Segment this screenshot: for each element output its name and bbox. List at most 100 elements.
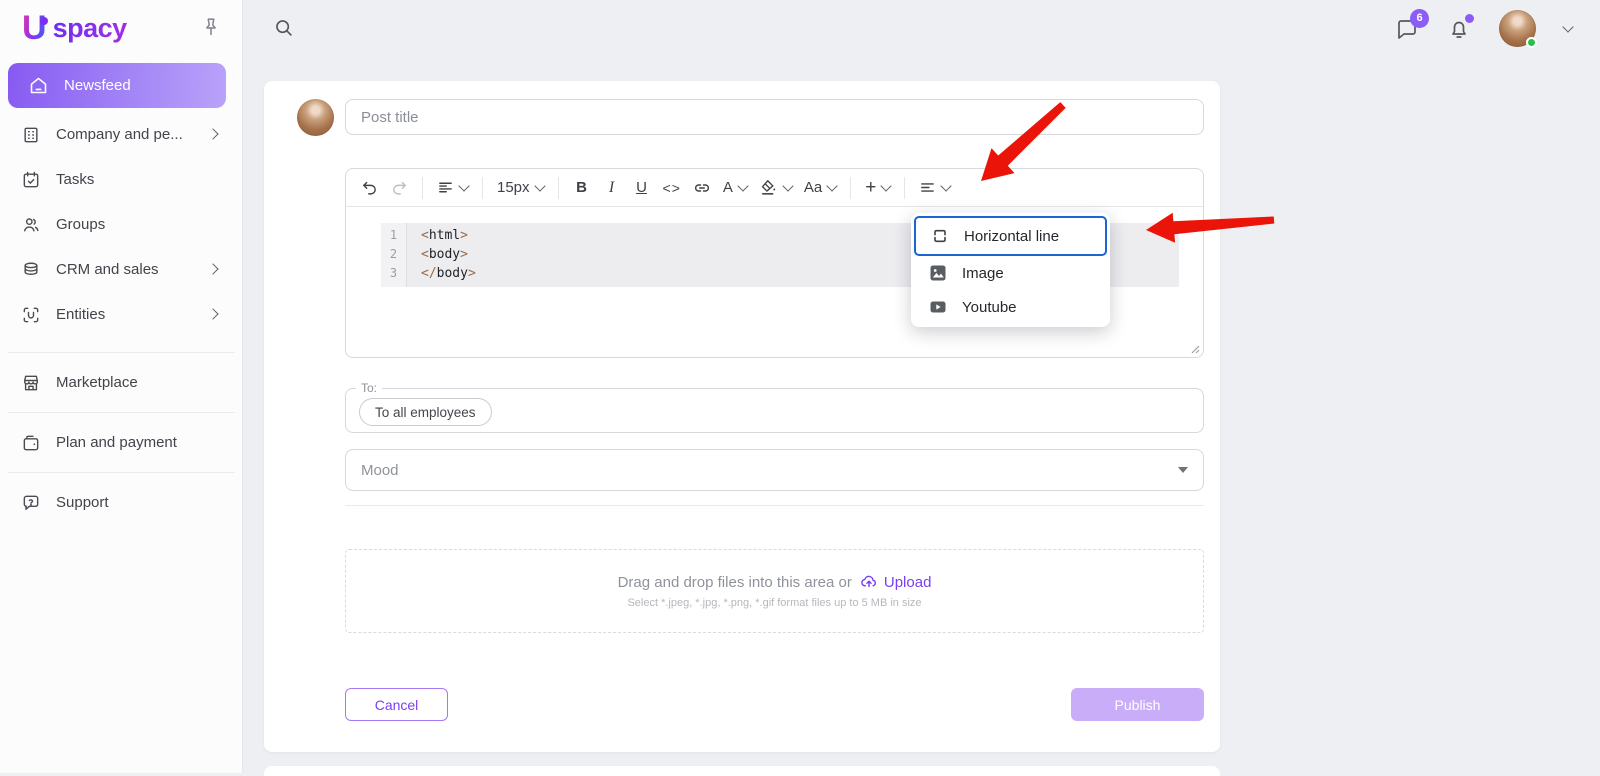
code-lines: <html> <body> </body> (407, 223, 476, 287)
wallet-icon (20, 432, 41, 453)
online-status-dot (1526, 37, 1537, 48)
sidebar-item-label: Plan and payment (56, 434, 177, 451)
sidebar-item-marketplace[interactable]: Marketplace (0, 360, 243, 405)
sidebar-item-support[interactable]: Support (0, 480, 243, 525)
user-avatar[interactable] (1499, 10, 1536, 47)
bold-button[interactable]: B (569, 174, 595, 202)
chevron-down-icon (737, 180, 748, 191)
divider (8, 412, 235, 413)
chevron-right-icon (207, 308, 218, 319)
messages-button[interactable]: 6 (1395, 17, 1419, 41)
chevron-down-icon (941, 180, 952, 191)
mood-placeholder: Mood (361, 462, 1178, 479)
menu-item-horizontal-line[interactable]: Horizontal line (914, 216, 1107, 256)
sidebar-item-label: Tasks (56, 171, 94, 188)
divider (345, 505, 1204, 506)
horizontal-line-icon (930, 226, 950, 246)
youtube-icon (928, 297, 948, 317)
upload-label: Upload (884, 574, 932, 591)
undo-button[interactable] (356, 174, 382, 202)
file-dropzone[interactable]: Drag and drop files into this area or Up… (345, 549, 1204, 633)
redo-button[interactable] (386, 174, 412, 202)
sidebar-item-newsfeed[interactable]: Newsfeed (8, 63, 226, 108)
recipients-label: To: (356, 381, 382, 395)
menu-item-image[interactable]: Image (914, 256, 1107, 290)
toolbar-separator (482, 177, 483, 199)
next-post-card (264, 766, 1220, 776)
editor-toolbar: 15px B I U <> A Aa (346, 169, 1203, 207)
sidebar-item-crm[interactable]: CRM and sales (0, 247, 243, 292)
toolbar-separator (422, 177, 423, 199)
chevron-down-icon (534, 180, 545, 191)
logo-u-icon: U (22, 10, 47, 46)
logo-text: spacy (53, 13, 127, 44)
post-title-input[interactable] (345, 99, 1204, 135)
toolbar-separator (850, 177, 851, 199)
font-color-button[interactable]: A (719, 174, 751, 202)
sidebar-item-tasks[interactable]: Tasks (0, 157, 243, 202)
menu-item-label: Horizontal line (964, 228, 1059, 245)
publish-button[interactable]: Publish (1071, 688, 1204, 721)
chevron-right-icon (207, 263, 218, 274)
groups-icon (20, 214, 41, 235)
chevron-down-icon (827, 180, 838, 191)
chevron-down-icon (782, 180, 793, 191)
underline-button[interactable]: U (629, 174, 655, 202)
code-button[interactable]: <> (659, 174, 685, 202)
notification-dot (1465, 14, 1474, 23)
composer-avatar (297, 99, 334, 136)
menu-item-label: Image (962, 265, 1004, 282)
resize-handle[interactable] (1188, 342, 1200, 354)
recipients-field[interactable]: To: To all employees (345, 381, 1204, 433)
upload-button[interactable]: Upload (860, 573, 932, 591)
cancel-button[interactable]: Cancel (345, 688, 448, 721)
support-icon (20, 492, 41, 513)
sidebar-item-label: CRM and sales (56, 261, 159, 278)
app-logo[interactable]: U spacy (22, 10, 127, 46)
sidebar-nav: Company and pe... Tasks Groups (0, 112, 243, 525)
pin-sidebar-icon[interactable] (200, 16, 222, 38)
sidebar: U spacy Newsfeed Company and pe... (0, 0, 243, 773)
caret-down-icon (1178, 467, 1188, 473)
image-icon (928, 263, 948, 283)
dropzone-text: Drag and drop files into this area or (618, 574, 852, 591)
line-number: 2 (381, 245, 406, 264)
paragraph-style-button[interactable] (915, 174, 954, 202)
sidebar-item-plan-payment[interactable]: Plan and payment (0, 420, 243, 465)
divider (8, 472, 235, 473)
font-case-button[interactable]: Aa (800, 174, 840, 202)
search-icon[interactable] (273, 17, 295, 39)
mood-select[interactable]: Mood (345, 449, 1204, 491)
link-button[interactable] (689, 174, 715, 202)
topbar-actions: 6 (1395, 0, 1572, 57)
sidebar-item-groups[interactable]: Groups (0, 202, 243, 247)
font-size-value: 15px (497, 179, 530, 196)
background-color-button[interactable] (755, 174, 796, 202)
entities-icon (20, 304, 41, 325)
line-number: 3 (381, 264, 406, 283)
marketplace-icon (20, 372, 41, 393)
code-line: </body> (421, 264, 476, 283)
chevron-down-icon[interactable] (1562, 21, 1573, 32)
italic-button[interactable]: I (599, 174, 625, 202)
toolbar-separator (558, 177, 559, 199)
sidebar-item-label: Marketplace (56, 374, 138, 391)
crm-database-icon (20, 259, 41, 280)
tasks-calendar-icon (20, 169, 41, 190)
menu-item-youtube[interactable]: Youtube (914, 290, 1107, 324)
sidebar-item-company[interactable]: Company and pe... (0, 112, 243, 157)
recipient-chip[interactable]: To all employees (359, 398, 492, 426)
notifications-button[interactable] (1447, 17, 1471, 41)
font-size-select[interactable]: 15px (493, 174, 548, 202)
font-case-glyph: Aa (804, 179, 822, 196)
sidebar-item-entities[interactable]: Entities (0, 292, 243, 337)
chevron-right-icon (207, 128, 218, 139)
sidebar-item-label: Entities (56, 306, 105, 323)
align-left-button[interactable] (433, 174, 472, 202)
chevron-down-icon (458, 180, 469, 191)
insert-button[interactable]: + (861, 174, 894, 202)
code-line: <body> (421, 245, 476, 264)
insert-dropdown-menu: Horizontal line Image Youtube (911, 213, 1110, 327)
sidebar-item-label: Groups (56, 216, 105, 233)
line-numbers: 1 2 3 (381, 223, 407, 287)
